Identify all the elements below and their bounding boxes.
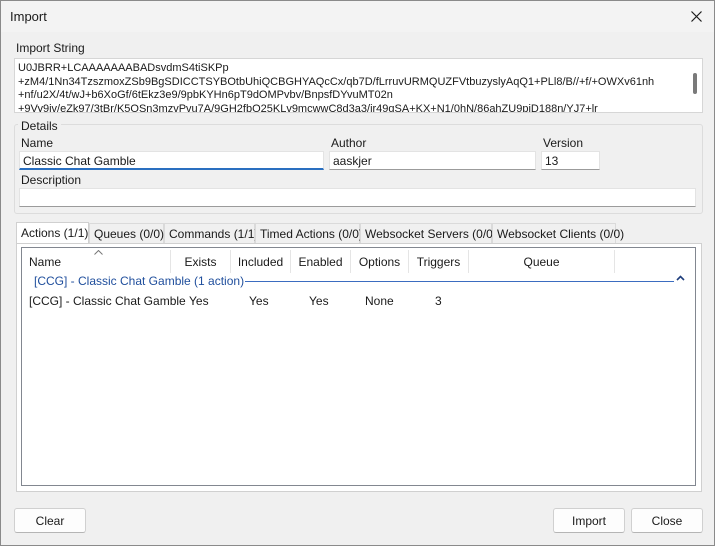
column-name-label: Name	[29, 255, 62, 269]
import-dialog: Import Import String U0JBRR+LCAAAAAAABAD…	[0, 0, 715, 546]
tab-websocket-clients[interactable]: Websocket Clients (0/0)	[492, 223, 624, 244]
tab-actions[interactable]: Actions (1/1)	[16, 222, 89, 245]
import-string-line: U0JBRR+LCAAAAAAABADsvdmS4tiSKPp	[18, 62, 229, 74]
sort-caret-icon	[94, 250, 103, 255]
row-triggers: 3	[435, 294, 442, 308]
column-header-options[interactable]: Options	[351, 250, 409, 273]
import-string-scrollbar[interactable]	[693, 73, 697, 94]
row-name: [CCG] - Classic Chat Gamble	[29, 294, 186, 308]
details-legend: Details	[18, 119, 61, 133]
version-field[interactable]: 13	[541, 151, 600, 170]
description-label: Description	[21, 173, 82, 187]
actions-list[interactable]: Name Exists Included Enabled Options Tri…	[21, 247, 696, 486]
import-string-textarea[interactable]: U0JBRR+LCAAAAAAABADsvdmS4tiSKPp +zM4/1Nn…	[14, 58, 703, 113]
column-header-triggers[interactable]: Triggers	[409, 250, 469, 273]
tab-queues[interactable]: Queues (0/0)	[89, 223, 164, 244]
row-exists: Yes	[189, 294, 209, 308]
version-label: Version	[543, 136, 584, 150]
import-string-line: +9Vy9iv/eZk97/3tBr/K5OSn3mzvPvu7A/9GH2fb…	[18, 102, 598, 113]
column-header-enabled[interactable]: Enabled	[291, 250, 351, 273]
row-enabled: Yes	[309, 294, 329, 308]
chevron-up-icon[interactable]	[676, 275, 685, 281]
group-divider	[245, 281, 674, 282]
close-icon	[690, 11, 702, 22]
tab-websocket-servers[interactable]: Websocket Servers (0/0)	[360, 223, 497, 244]
import-button[interactable]: Import	[553, 508, 625, 533]
column-header-name[interactable]: Name	[22, 250, 171, 273]
row-options: None	[365, 294, 394, 308]
column-header-included[interactable]: Included	[231, 250, 291, 273]
description-field[interactable]	[19, 188, 696, 207]
group-header[interactable]: [CCG] - Classic Chat Gamble (1 action)	[34, 274, 244, 288]
column-header-exists[interactable]: Exists	[171, 250, 231, 273]
import-string-label: Import String	[16, 41, 85, 55]
window-title: Import	[10, 9, 47, 24]
close-button[interactable]: Close	[631, 508, 703, 533]
row-included: Yes	[249, 294, 269, 308]
column-header-queue[interactable]: Queue	[469, 250, 615, 273]
title-bar: Import	[1, 1, 714, 32]
name-label: Name	[21, 136, 54, 150]
clear-button[interactable]: Clear	[14, 508, 86, 533]
tab-timed-actions[interactable]: Timed Actions (0/0)	[255, 223, 363, 244]
author-field[interactable]: aaskjer	[329, 151, 536, 170]
author-label: Author	[331, 136, 367, 150]
close-window-button[interactable]	[678, 1, 714, 32]
import-string-line: +nf/u2X/4t/wJ+b6XoGf/6tEkz3e9/9pbKYHn6pT…	[18, 89, 393, 101]
tab-commands[interactable]: Commands (1/1)	[164, 223, 258, 244]
name-field[interactable]: Classic Chat Gamble	[19, 151, 324, 170]
import-string-line: +zM4/1Nn34TzszmoxZSb9BgSDICCTSYBOtbUhiQC…	[18, 75, 655, 88]
